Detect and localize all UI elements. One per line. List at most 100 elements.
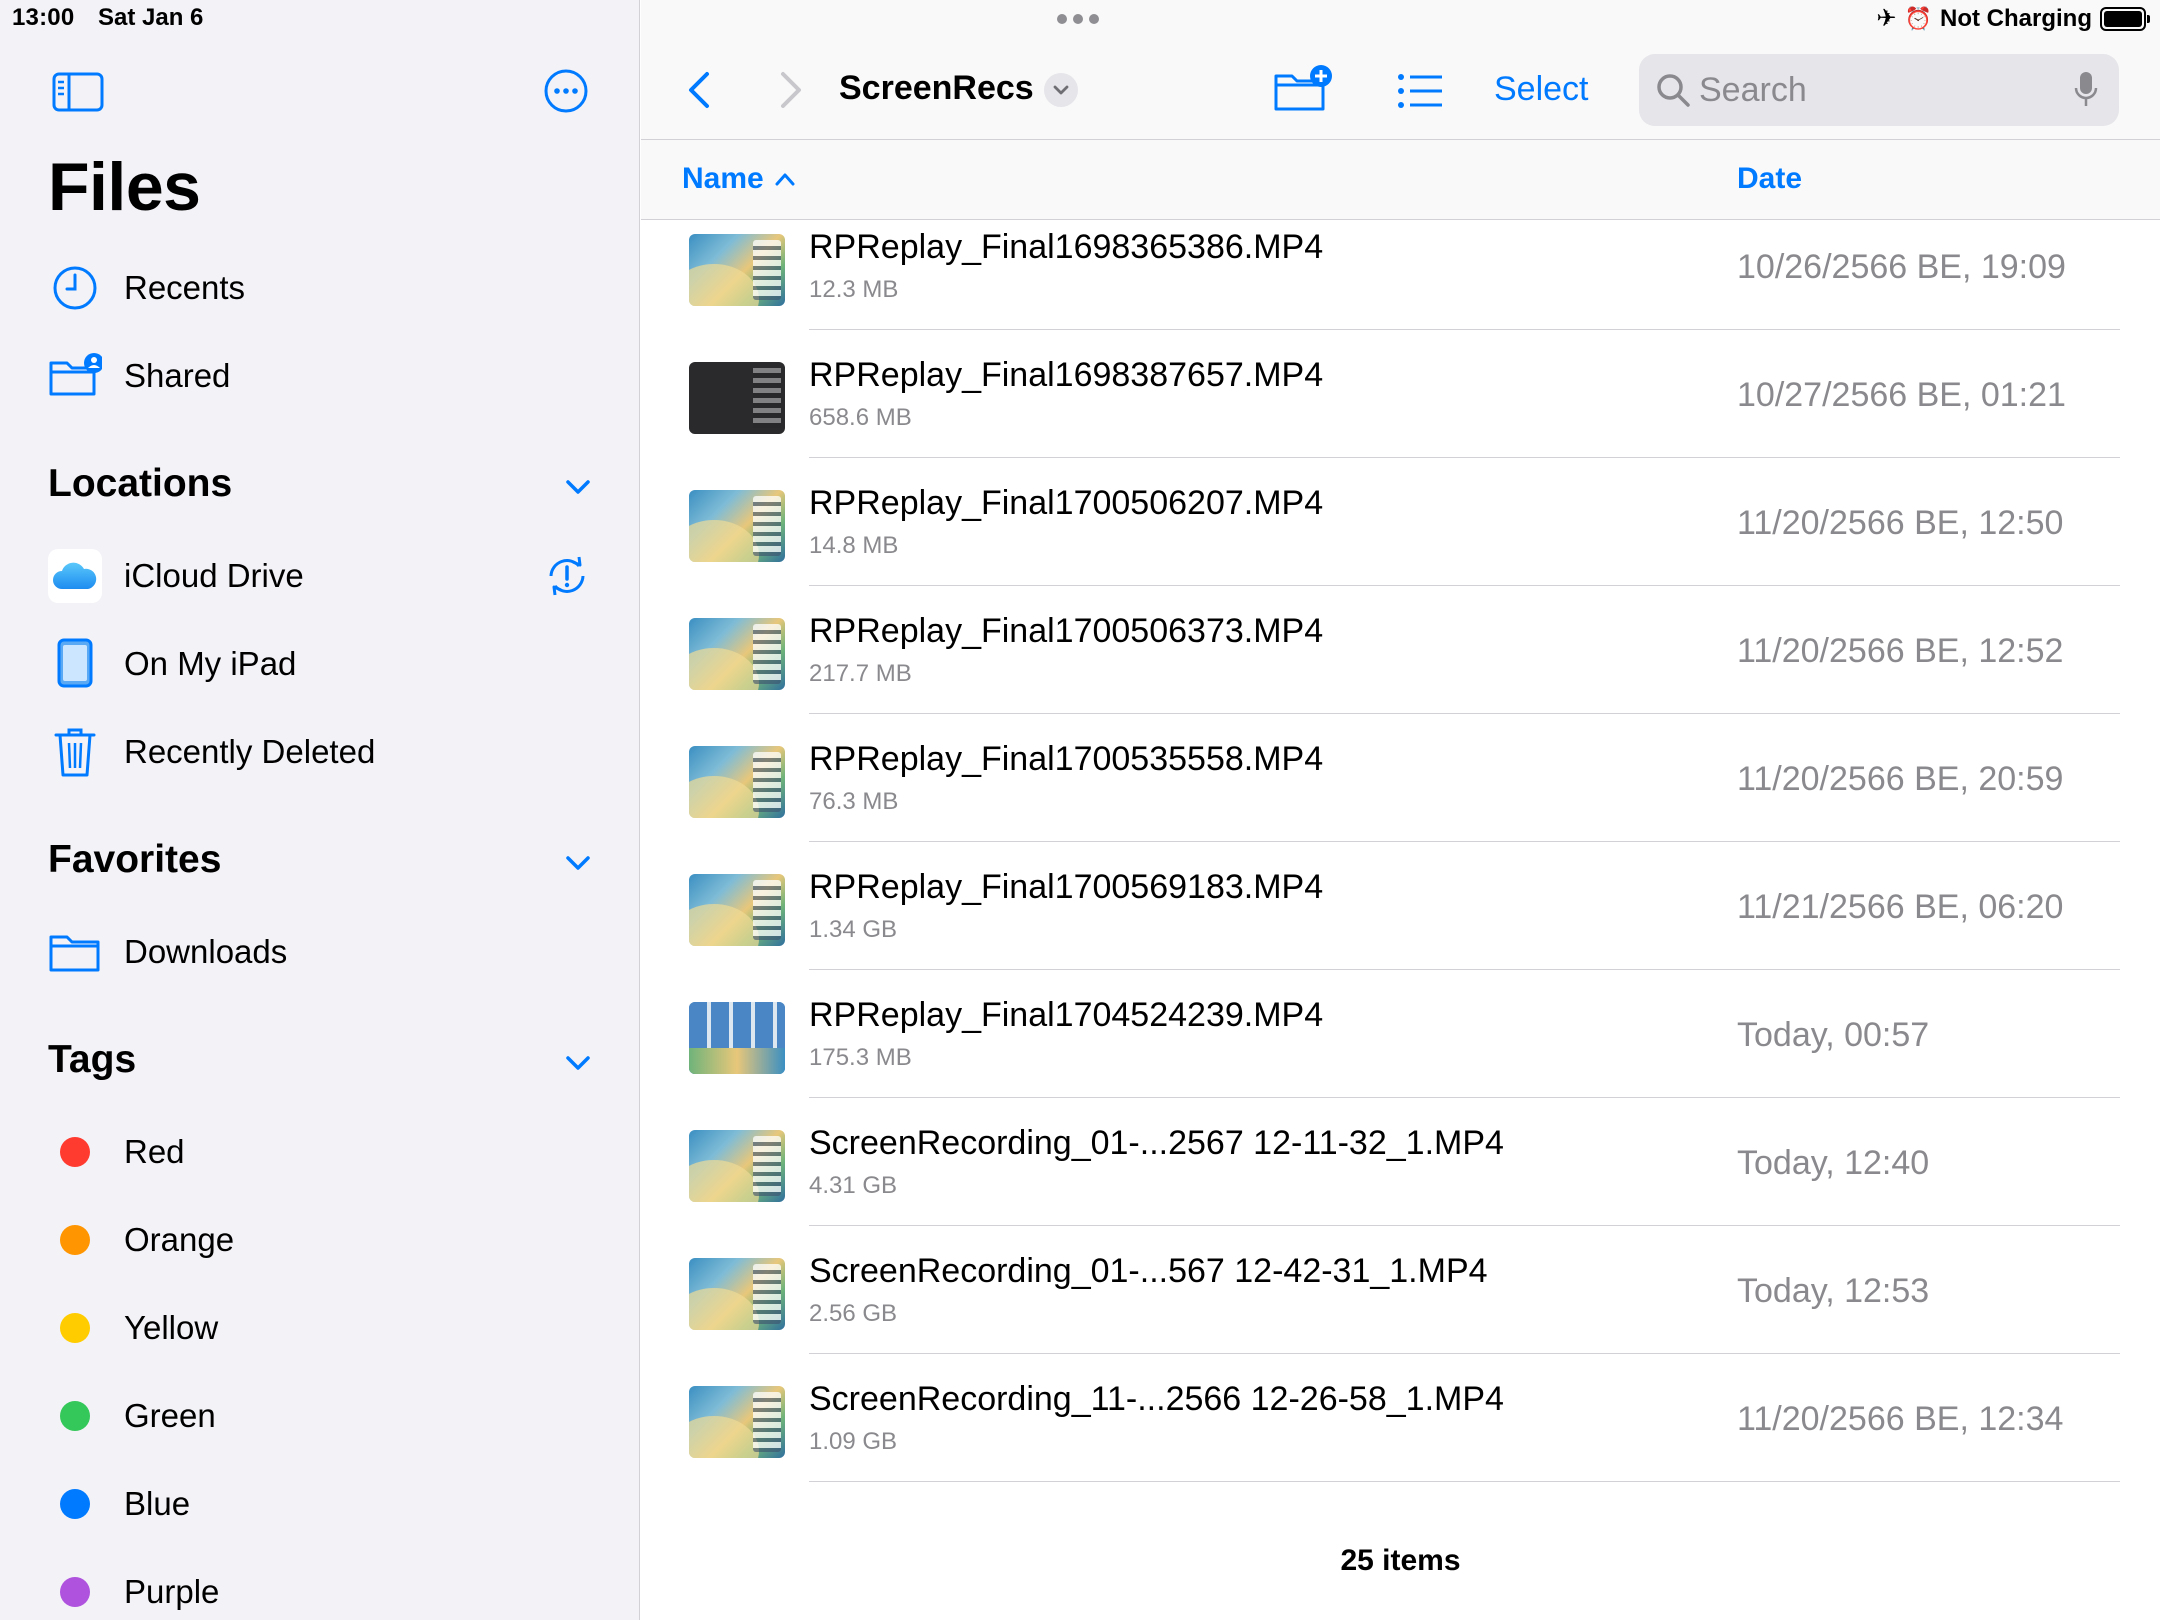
file-row[interactable]: RPReplay_Final1698387657.MP4 658.6 MB 10/2… (641, 330, 2160, 458)
status-indicators: ✈ ⏰ Not Charging (1877, 4, 2150, 33)
sidebar-tag-orange[interactable]: Orange (0, 1208, 640, 1272)
sidebar-item-label: Recently Deleted (124, 733, 376, 770)
file-row[interactable]: RPReplay_Final1700506207.MP4 14.8 MB 11/20… (641, 458, 2160, 586)
more-options-icon[interactable] (543, 68, 589, 114)
file-size: 2.56 GB (809, 1300, 898, 1327)
file-name: RPReplay_Final1704524239.MP4 (809, 996, 1324, 1034)
file-row[interactable]: ScreenRecording_01-...567 12-42-31_1.MP4… (641, 1226, 2160, 1354)
file-name: RPReplay_Final1698387657.MP4 (809, 356, 1324, 394)
sidebar-item-icloud-drive[interactable]: iCloud Drive (0, 544, 640, 608)
chevron-down-icon[interactable] (562, 471, 594, 503)
file-date: Today, 12:53 (1737, 1272, 1930, 1310)
chevron-up-icon (775, 173, 795, 186)
folder-icon (49, 935, 100, 972)
sidebar-tag-yellow[interactable]: Yellow (0, 1296, 640, 1360)
file-row[interactable]: RPReplay_Final1700506373.MP4 217.7 MB 11/2… (641, 586, 2160, 714)
title-menu-button[interactable] (1044, 73, 1078, 107)
sidebar-item-label: Recents (124, 269, 246, 306)
sidebar-item-label: Green (124, 1397, 216, 1434)
multitasking-handle[interactable] (1057, 14, 1105, 26)
microphone-icon[interactable] (2073, 70, 2099, 110)
file-row[interactable]: ScreenRecording_11-...2566 12-26-58_1.MP… (641, 1354, 2160, 1482)
tags-header[interactable]: Tags (48, 1038, 136, 1082)
sidebar-item-on-my-ipad[interactable]: On My iPad (0, 632, 640, 696)
sidebar-tag-purple[interactable]: Purple (0, 1560, 640, 1620)
file-size: 12.3 MB (809, 276, 899, 303)
sync-warning-icon[interactable] (543, 552, 591, 600)
list-view-icon[interactable] (1396, 72, 1444, 110)
sidebar: 13:00 Sat Jan 6 Files Recents Shared Loc… (0, 0, 640, 1620)
sidebar-item-label: Shared (124, 357, 231, 394)
tag-color-dot (60, 1401, 90, 1431)
file-name: ScreenRecording_01-...2567 12-11-32_1.MP… (809, 1124, 1504, 1162)
sidebar-item-shared[interactable]: Shared (0, 344, 640, 408)
tag-color-dot (60, 1577, 90, 1607)
file-name: RPReplay_Final1700506373.MP4 (809, 612, 1324, 650)
video-thumbnail (689, 746, 785, 818)
file-date: 10/27/2566 BE, 01:21 (1737, 376, 2066, 414)
battery-icon (2100, 6, 2150, 31)
file-size: 1.34 GB (809, 916, 898, 943)
search-field[interactable] (1639, 54, 2119, 126)
file-size: 175.3 MB (809, 1044, 912, 1071)
video-thumbnail (689, 618, 785, 690)
file-size: 217.7 MB (809, 660, 912, 687)
file-row[interactable]: RPReplay_Final1700569183.MP4 1.34 GB 11/21… (641, 842, 2160, 970)
file-row[interactable]: RPReplay_Final1698365386.MP4 12.3 MB 10/26… (641, 220, 2160, 330)
sidebar-item-label: On My iPad (124, 645, 297, 682)
tag-color-dot (60, 1313, 90, 1343)
sidebar-item-label: Yellow (124, 1309, 219, 1346)
chevron-down-icon[interactable] (562, 847, 594, 879)
file-date: 11/20/2566 BE, 12:52 (1737, 632, 2064, 670)
sidebar-item-label: Downloads (124, 933, 288, 970)
select-button[interactable]: Select (1494, 70, 1589, 109)
forward-chevron-icon[interactable] (773, 68, 809, 112)
file-row[interactable]: RPReplay_Final1704524239.MP4 175.3 MB Toda… (641, 970, 2160, 1098)
file-name: RPReplay_Final1700506207.MP4 (809, 484, 1324, 522)
sidebar-item-label: Red (124, 1133, 185, 1170)
file-name: RPReplay_Final1698365386.MP4 (809, 228, 1324, 266)
sidebar-item-downloads[interactable]: Downloads (0, 920, 640, 984)
video-thumbnail (689, 1130, 785, 1202)
sidebar-item-recently-deleted[interactable]: Recently Deleted (0, 720, 640, 784)
video-thumbnail (689, 1258, 785, 1330)
file-name: ScreenRecording_11-...2566 12-26-58_1.MP… (809, 1380, 1504, 1418)
folder-title[interactable]: ScreenRecs (839, 69, 1034, 108)
file-name: ScreenRecording_01-...567 12-42-31_1.MP4 (809, 1252, 1488, 1290)
sort-by-name-button[interactable]: Name (682, 162, 796, 196)
file-size: 14.8 MB (809, 532, 899, 559)
file-row[interactable]: RPReplay_Final1700535558.MP4 76.3 MB 11/20… (641, 714, 2160, 842)
file-size: 1.09 GB (809, 1428, 898, 1455)
back-chevron-icon[interactable] (681, 68, 717, 112)
item-count: 25 items (1340, 1544, 1461, 1577)
sidebar-item-label: Blue (124, 1485, 191, 1522)
file-list: RPReplay_Final1698365386.MP4 12.3 MB 10/26… (641, 220, 2160, 1510)
chevron-down-icon[interactable] (562, 1047, 594, 1079)
file-date: Today, 12:40 (1737, 1144, 1930, 1182)
chevron-down-icon (1053, 85, 1069, 95)
favorites-header[interactable]: Favorites (48, 838, 221, 882)
alarm-icon: ⏰ (1904, 5, 1933, 31)
file-date: 11/20/2566 BE, 12:34 (1737, 1400, 2064, 1438)
locations-header[interactable]: Locations (48, 462, 232, 506)
sort-by-date-button[interactable]: Date (1737, 162, 1802, 196)
new-folder-icon[interactable] (1273, 64, 1333, 112)
sidebar-tag-blue[interactable]: Blue (0, 1472, 640, 1536)
tag-color-dot (60, 1225, 90, 1255)
file-size: 76.3 MB (809, 788, 899, 815)
file-date: 11/20/2566 BE, 12:50 (1737, 504, 2064, 542)
sidebar-item-label: iCloud Drive (124, 557, 304, 594)
sidebar-toggle-icon[interactable] (52, 72, 104, 112)
sidebar-item-recents[interactable]: Recents (0, 256, 640, 320)
charging-status: Not Charging (1940, 4, 2092, 32)
column-header: Name Date (641, 140, 2160, 220)
sidebar-tag-green[interactable]: Green (0, 1384, 640, 1448)
column-name-label: Name (682, 162, 764, 195)
search-input[interactable] (1699, 64, 2059, 116)
sidebar-tag-red[interactable]: Red (0, 1120, 640, 1184)
icloud-icon (48, 549, 102, 603)
status-time: 13:00 (12, 4, 75, 31)
file-date: 11/20/2566 BE, 20:59 (1737, 760, 2064, 798)
file-row[interactable]: ScreenRecording_01-...2567 12-11-32_1.MP… (641, 1098, 2160, 1226)
sidebar-title: Files (48, 149, 201, 225)
